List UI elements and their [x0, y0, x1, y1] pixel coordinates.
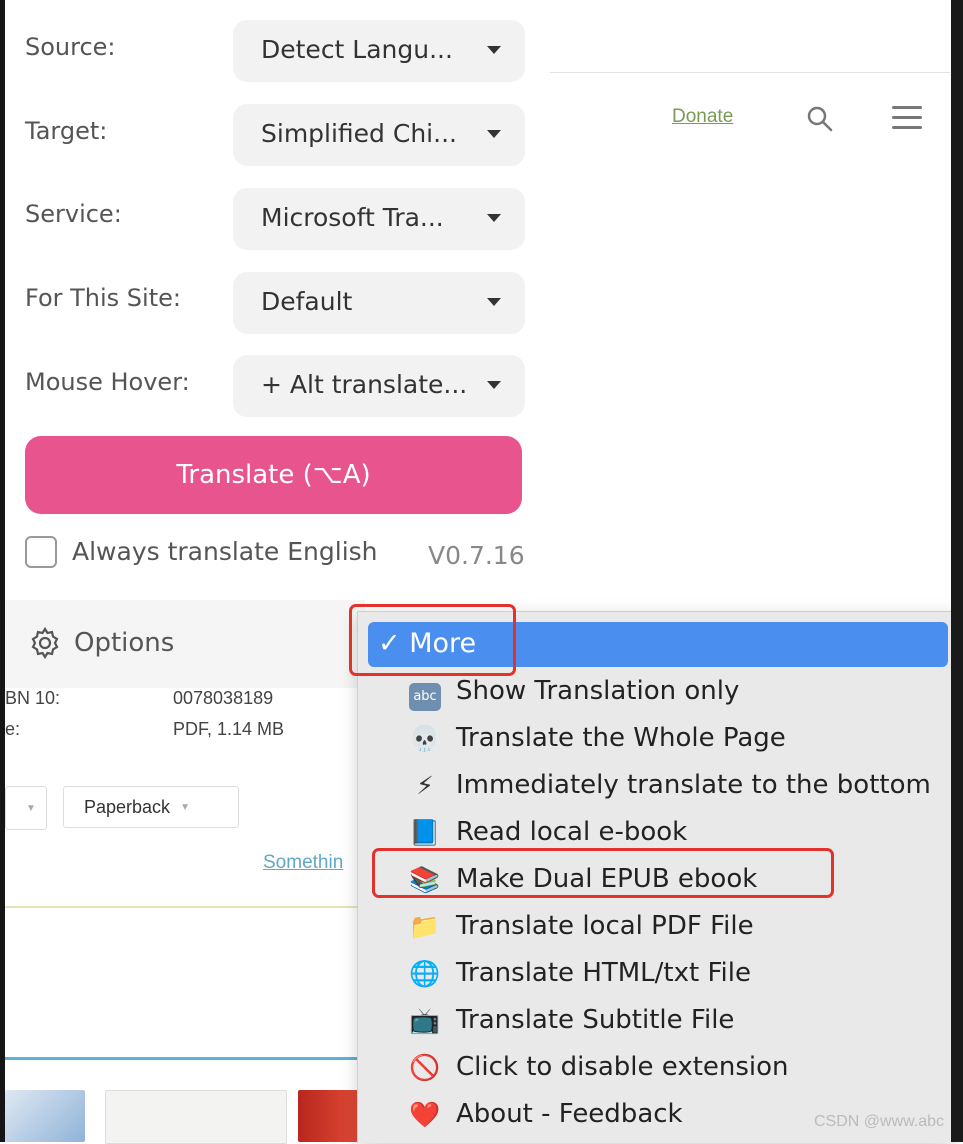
highlight-box-dual-epub: [372, 848, 834, 898]
chevron-down-icon: [487, 381, 501, 389]
chevron-down-icon: ▼: [180, 801, 190, 813]
version-label: V0.7.16: [428, 541, 525, 570]
service-label: Service:: [25, 200, 122, 228]
target-label: Target:: [25, 117, 108, 145]
divider: [5, 906, 365, 908]
always-translate-label[interactable]: Always translate English: [72, 537, 378, 566]
menu-item-label: Translate HTML/txt File: [456, 958, 751, 988]
right-dark-edge: [951, 0, 963, 1142]
translate-button[interactable]: Translate (⌥A): [25, 436, 522, 514]
menu-item-label: Click to disable extension: [456, 1052, 789, 1082]
always-translate-checkbox[interactable]: [25, 536, 57, 568]
isbn-value: 0078038189: [173, 688, 274, 708]
chevron-down-icon: [487, 298, 501, 306]
watermark: CSDN @www.abc: [814, 1113, 945, 1130]
menu-item-label: Translate the Whole Page: [456, 723, 786, 753]
menu-item-label: Immediately translate to the bottom: [456, 770, 931, 800]
menu-item-label: Show Translation only: [456, 676, 740, 706]
mouse-hover-select[interactable]: + Alt translate...: [233, 355, 525, 417]
isbn-label: BN 10:: [5, 688, 61, 708]
menu-item-translate-whole-page[interactable]: 💀 Translate the Whole Page: [357, 717, 954, 764]
chevron-down-icon: ▼: [26, 802, 36, 814]
chevron-down-icon: [487, 214, 501, 222]
book-cover[interactable]: [5, 1090, 85, 1142]
file-value: PDF, 1.14 MB: [173, 719, 285, 739]
format-select[interactable]: Paperback ▼: [63, 786, 239, 828]
menu-item-translate-to-bottom[interactable]: ⚡ Immediately translate to the bottom: [357, 764, 954, 811]
something-link[interactable]: Somethin: [263, 852, 343, 874]
lightning-icon: ⚡: [416, 771, 434, 800]
menu-item-label: About - Feedback: [456, 1099, 683, 1129]
menu-item-show-translation-only[interactable]: abc Show Translation only: [357, 670, 954, 717]
menu-item-translate-local-pdf[interactable]: 📁 Translate local PDF File: [357, 905, 954, 952]
book-cover[interactable]: [298, 1090, 358, 1142]
site-select-value: Default: [261, 287, 353, 316]
menu-item-label: Translate Subtitle File: [456, 1005, 735, 1035]
menu-item-disable-extension[interactable]: 🚫 Click to disable extension: [357, 1046, 954, 1093]
globe-icon: 🌐: [409, 959, 441, 988]
hamburger-menu-icon[interactable]: [892, 106, 922, 132]
options-label[interactable]: Options: [74, 628, 174, 658]
menu-item-translate-subtitle[interactable]: 📺 Translate Subtitle File: [357, 999, 954, 1046]
tv-icon: 📺: [409, 1006, 441, 1035]
menu-item-label: Read local e-book: [456, 817, 688, 847]
heart-icon: ❤️: [409, 1100, 441, 1129]
source-select[interactable]: Detect Langu...: [233, 20, 525, 82]
target-select-value: Simplified Chi...: [261, 119, 457, 148]
source-label: Source:: [25, 33, 116, 61]
gear-icon[interactable]: [28, 626, 62, 660]
partial-select[interactable]: ▼: [5, 786, 47, 830]
folder-icon: 📁: [409, 912, 441, 941]
service-select[interactable]: Microsoft Tra...: [233, 188, 525, 250]
mouse-hover-select-value: + Alt translate...: [261, 370, 468, 399]
skull-icon: 💀: [409, 724, 441, 753]
background-header: [550, 0, 950, 73]
donate-link[interactable]: Donate: [672, 106, 733, 128]
blue-book-icon: 📘: [409, 818, 441, 847]
abc-icon: abc: [407, 674, 443, 711]
divider: [5, 1057, 365, 1060]
highlight-box-more: [349, 604, 516, 676]
target-select[interactable]: Simplified Chi...: [233, 104, 525, 166]
search-icon[interactable]: [805, 104, 835, 134]
site-select[interactable]: Default: [233, 272, 525, 334]
book-cover[interactable]: [105, 1090, 287, 1144]
menu-item-label: Translate local PDF File: [456, 911, 754, 941]
format-select-value: Paperback: [84, 796, 171, 817]
menu-item-translate-html-txt[interactable]: 🌐 Translate HTML/txt File: [357, 952, 954, 999]
source-select-value: Detect Langu...: [261, 35, 453, 64]
chevron-down-icon: [487, 46, 501, 54]
site-label: For This Site:: [25, 284, 181, 312]
chevron-down-icon: [487, 130, 501, 138]
file-label: e:: [5, 719, 21, 739]
mouse-hover-label: Mouse Hover:: [25, 368, 190, 396]
service-select-value: Microsoft Tra...: [261, 203, 444, 232]
prohibited-icon: 🚫: [409, 1053, 441, 1082]
